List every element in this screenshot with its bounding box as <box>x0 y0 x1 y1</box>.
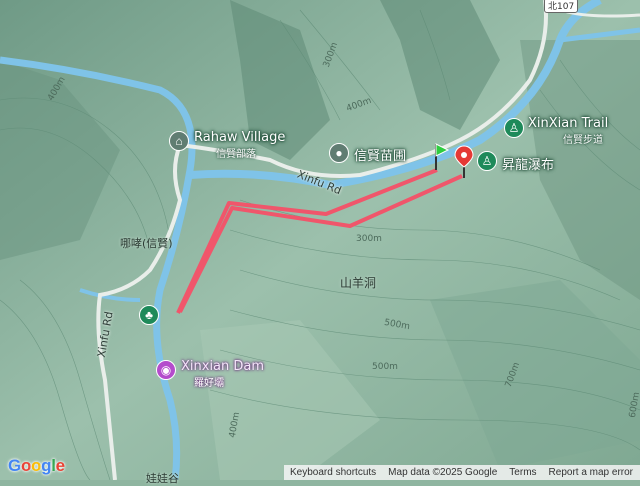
poi-xinxian-dam[interactable]: Xinxian Dam <box>181 359 264 374</box>
hiking-icon[interactable]: ♙ <box>477 151 497 171</box>
tribe-icon[interactable]: ⌂ <box>169 131 189 151</box>
hiking-icon[interactable]: ♙ <box>504 118 524 138</box>
terms-link[interactable]: Terms <box>503 467 542 478</box>
start-flag-icon[interactable] <box>430 140 450 172</box>
map-data-text: Map data ©2025 Google <box>388 467 498 478</box>
poi-rahaw-village[interactable]: Rahaw Village <box>194 130 285 145</box>
attribution-bar: Keyboard shortcuts Map data ©2025 Google… <box>284 465 640 480</box>
map-canvas[interactable] <box>0 0 640 480</box>
poi-xinxian-nursery[interactable]: 信賢苗圃 <box>354 145 406 164</box>
elevation-label: 300m <box>356 234 382 244</box>
camera-icon[interactable]: ◉ <box>156 360 176 380</box>
highway-shield: 北107 <box>544 0 579 13</box>
google-logo: Google <box>8 456 65 475</box>
tree-icon[interactable]: ♣ <box>139 305 159 325</box>
place-pin-icon[interactable]: ● <box>329 143 349 163</box>
place-label-partial: 娃娃谷 <box>146 472 179 485</box>
elevation-label: 500m <box>372 362 398 372</box>
poi-xinxian-dam-sub: 羅好壩 <box>194 378 224 389</box>
end-pin-icon[interactable] <box>454 145 474 179</box>
poi-xinxian-trail[interactable]: XinXian Trail <box>528 116 608 131</box>
poi-shenglong-falls[interactable]: 昇龍瀑布 <box>502 154 554 173</box>
place-label-nazhe[interactable]: 哪哮(信賢) <box>120 235 173 251</box>
keyboard-shortcuts-link[interactable]: Keyboard shortcuts <box>284 467 382 478</box>
place-label-shanyang-cave[interactable]: 山羊洞 <box>340 274 376 291</box>
poi-xinxian-trail-sub: 信賢步道 <box>563 135 603 146</box>
poi-rahaw-village-sub: 信賢部落 <box>216 149 256 160</box>
report-map-error-link[interactable]: Report a map error <box>543 467 639 478</box>
